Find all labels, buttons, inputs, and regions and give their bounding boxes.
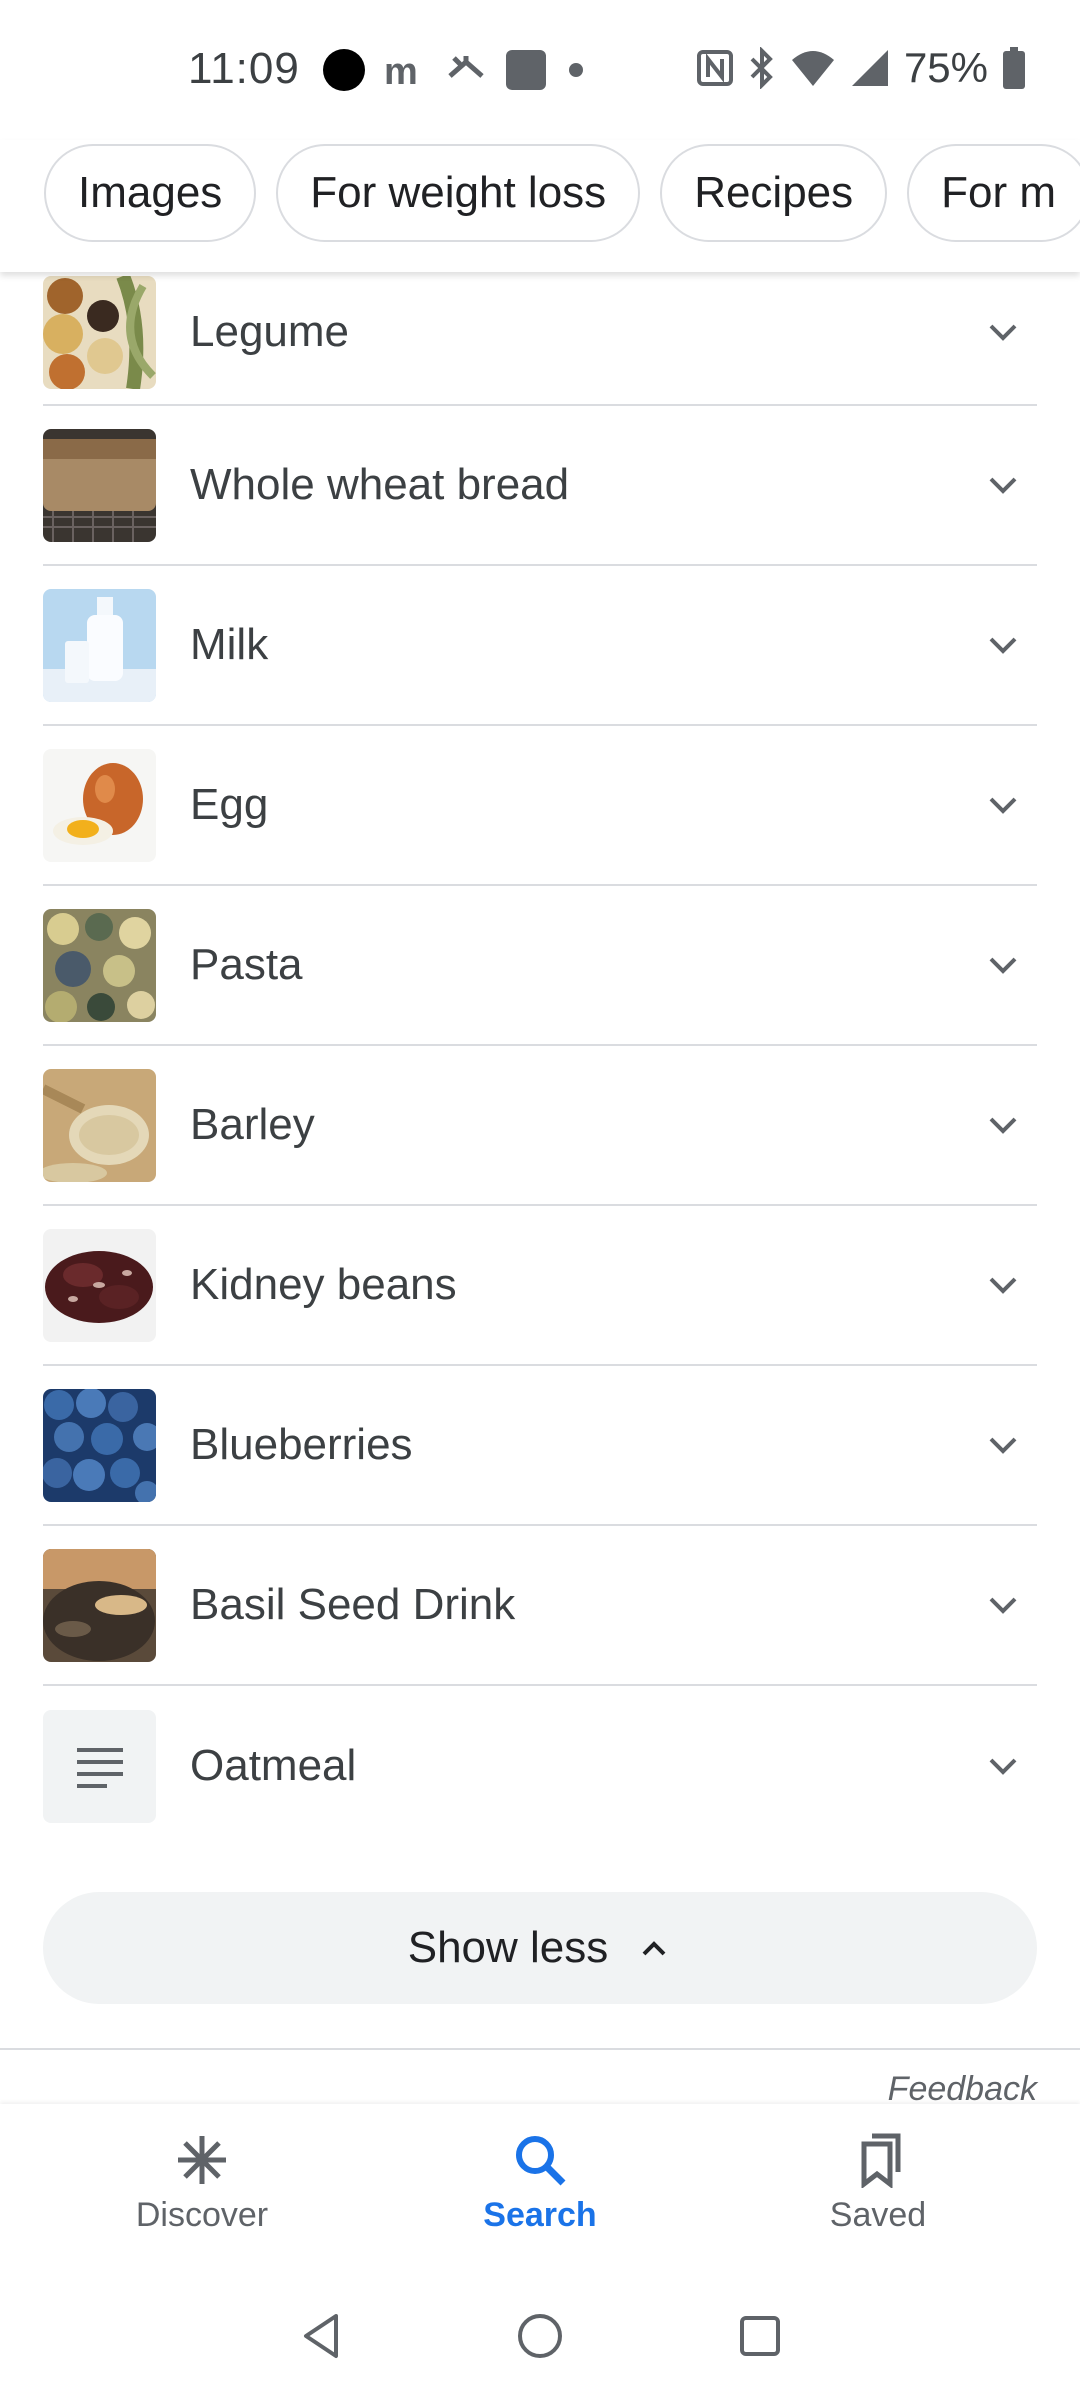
- back-icon[interactable]: [292, 2306, 352, 2366]
- item-label: Basil Seed Drink: [190, 1580, 516, 1629]
- chip-for-weight-loss[interactable]: For weight loss: [276, 144, 641, 242]
- list-item-whole-wheat-bread[interactable]: Whole wheat bread: [43, 406, 1037, 566]
- chevron-down-icon[interactable]: [983, 625, 1023, 665]
- nav-saved[interactable]: Saved: [768, 2132, 988, 2235]
- list-item-basil-seed-drink[interactable]: Basil Seed Drink: [43, 1526, 1037, 1686]
- chevron-down-icon[interactable]: [983, 312, 1023, 352]
- item-label: Egg: [190, 780, 269, 829]
- milk-thumbnail: [43, 588, 156, 702]
- nav-search-label: Search: [483, 2196, 597, 2234]
- bookmarks-icon: [861, 2133, 901, 2188]
- nav-search[interactable]: Search: [430, 2132, 650, 2235]
- status-notification-icons: m: [322, 48, 586, 92]
- record-dot-icon: [323, 49, 365, 91]
- item-label: Oatmeal: [190, 1741, 357, 1790]
- bottom-nav: Discover Search Saved: [0, 2104, 1080, 2276]
- item-label: Kidney beans: [190, 1260, 457, 1309]
- item-label: Legume: [190, 307, 350, 356]
- item-label: Barley: [190, 1100, 315, 1149]
- barley-thumbnail: [43, 1068, 156, 1182]
- chip-for-more[interactable]: For m: [907, 144, 1080, 242]
- search-icon: [516, 2136, 566, 2186]
- divider: [0, 2048, 1080, 2050]
- item-label: Blueberries: [190, 1420, 413, 1469]
- chip-images[interactable]: Images: [44, 144, 257, 242]
- status-system-icons: 75%: [696, 44, 1026, 92]
- bread-thumbnail: [43, 428, 156, 542]
- filter-chips: Images For weight loss Recipes For m: [44, 144, 1080, 242]
- home-icon[interactable]: [510, 2306, 570, 2366]
- show-less-label: Show less: [407, 1923, 609, 1972]
- list-item-barley[interactable]: Barley: [43, 1046, 1037, 1206]
- wifi-icon: [791, 51, 834, 86]
- missed-call-icon: [448, 56, 484, 78]
- text-doc-icon: [43, 1709, 156, 1823]
- status-bar: 11:09 m 75%: [0, 0, 1080, 140]
- chevron-down-icon[interactable]: [983, 785, 1023, 825]
- legume-thumbnail: [43, 275, 156, 389]
- signal-icon: [851, 50, 888, 86]
- egg-thumbnail: [43, 748, 156, 862]
- nfc-icon: [696, 50, 733, 86]
- chevron-down-icon[interactable]: [983, 1425, 1023, 1465]
- item-label: Milk: [190, 620, 269, 669]
- battery-percent: 75%: [903, 44, 988, 91]
- blueberries-thumbnail: [43, 1388, 156, 1502]
- list-item-oatmeal[interactable]: Oatmeal: [43, 1686, 1037, 1846]
- svg-text:m: m: [384, 51, 418, 90]
- nav-discover[interactable]: Discover: [92, 2132, 312, 2235]
- chevron-down-icon[interactable]: [983, 1585, 1023, 1625]
- battery-icon: [1003, 47, 1025, 89]
- m-app-icon: m: [384, 51, 418, 90]
- list-item-blueberries[interactable]: Blueberries: [43, 1366, 1037, 1526]
- system-nav-bar: [0, 2276, 1080, 2400]
- kidney-beans-thumbnail: [43, 1228, 156, 1342]
- list-item-egg[interactable]: Egg: [43, 726, 1037, 886]
- app-square-icon: [506, 50, 546, 90]
- notification-dot-icon: [569, 63, 583, 77]
- item-label: Whole wheat bread: [190, 460, 570, 509]
- status-time: 11:09: [188, 44, 300, 93]
- chevron-up-icon: [642, 1941, 666, 1956]
- nav-discover-label: Discover: [135, 2196, 269, 2234]
- nav-saved-label: Saved: [829, 2196, 927, 2234]
- list-item-legume[interactable]: Legume: [43, 260, 1037, 406]
- basil-seed-thumbnail: [43, 1548, 156, 1662]
- chevron-down-icon[interactable]: [983, 1265, 1023, 1305]
- chevron-down-icon[interactable]: [983, 1746, 1023, 1786]
- filter-chips-bar: Images For weight loss Recipes For m: [0, 140, 1080, 272]
- food-list: Legume Whole wheat bread Milk Egg Pasta …: [43, 260, 1037, 1846]
- chevron-down-icon[interactable]: [983, 945, 1023, 985]
- chevron-down-icon[interactable]: [983, 465, 1023, 505]
- show-less-button[interactable]: Show less: [43, 1892, 1037, 2004]
- item-label: Pasta: [190, 940, 303, 989]
- chevron-down-icon[interactable]: [983, 1105, 1023, 1145]
- recents-icon[interactable]: [730, 2306, 790, 2366]
- list-item-milk[interactable]: Milk: [43, 566, 1037, 726]
- list-item-kidney-beans[interactable]: Kidney beans: [43, 1206, 1037, 1366]
- chip-recipes[interactable]: Recipes: [660, 144, 888, 242]
- bluetooth-icon: [750, 47, 773, 89]
- pasta-thumbnail: [43, 908, 156, 1022]
- list-item-pasta[interactable]: Pasta: [43, 886, 1037, 1046]
- asterisk-icon: [178, 2136, 226, 2184]
